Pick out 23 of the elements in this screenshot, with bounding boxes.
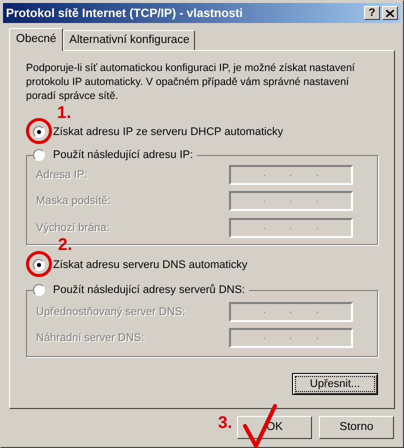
field-label: Výchozí brána: [36,222,110,234]
radio-button[interactable] [33,259,45,271]
close-button[interactable] [382,6,398,20]
radio-button[interactable] [33,126,45,138]
tab[interactable]: Obecné [9,28,64,51]
step-number: 1. [57,104,72,122]
field-label: Náhradní server DNS: [36,332,144,344]
field-label: Adresa IP: [36,168,88,182]
close-icon [386,10,394,16]
radio-button[interactable] [33,149,45,161]
step-number: 3. [218,414,232,432]
advanced-button[interactable]: Upřesnit... [292,373,378,395]
radio-button[interactable] [33,284,45,296]
step-number: 2. [58,236,72,254]
field-label: Maska podsítě: [36,194,111,208]
field-label: Upřednostňovaný server DNS: [36,306,186,318]
help-button[interactable]: ? [364,6,380,20]
tab[interactable]: Alternativní konfigurace [63,30,196,50]
radio-label[interactable]: Získat adresu serveru DNS automaticky [53,258,248,272]
radio-label[interactable]: Získat adresu IP ze serveru DHCP automaticky [53,126,284,138]
dialog-button[interactable]: Storno [319,416,394,439]
window-title: Protokol sítě Internet (TCP/IP) - vlastnosti [6,5,243,22]
description-text: Podporuje-li síť automatickou konfiguraci IP, je možné získat nastavení protokolu IP automaticky. V opačném případě vám správné nastavení poradí správce sítě. [26,61,356,103]
